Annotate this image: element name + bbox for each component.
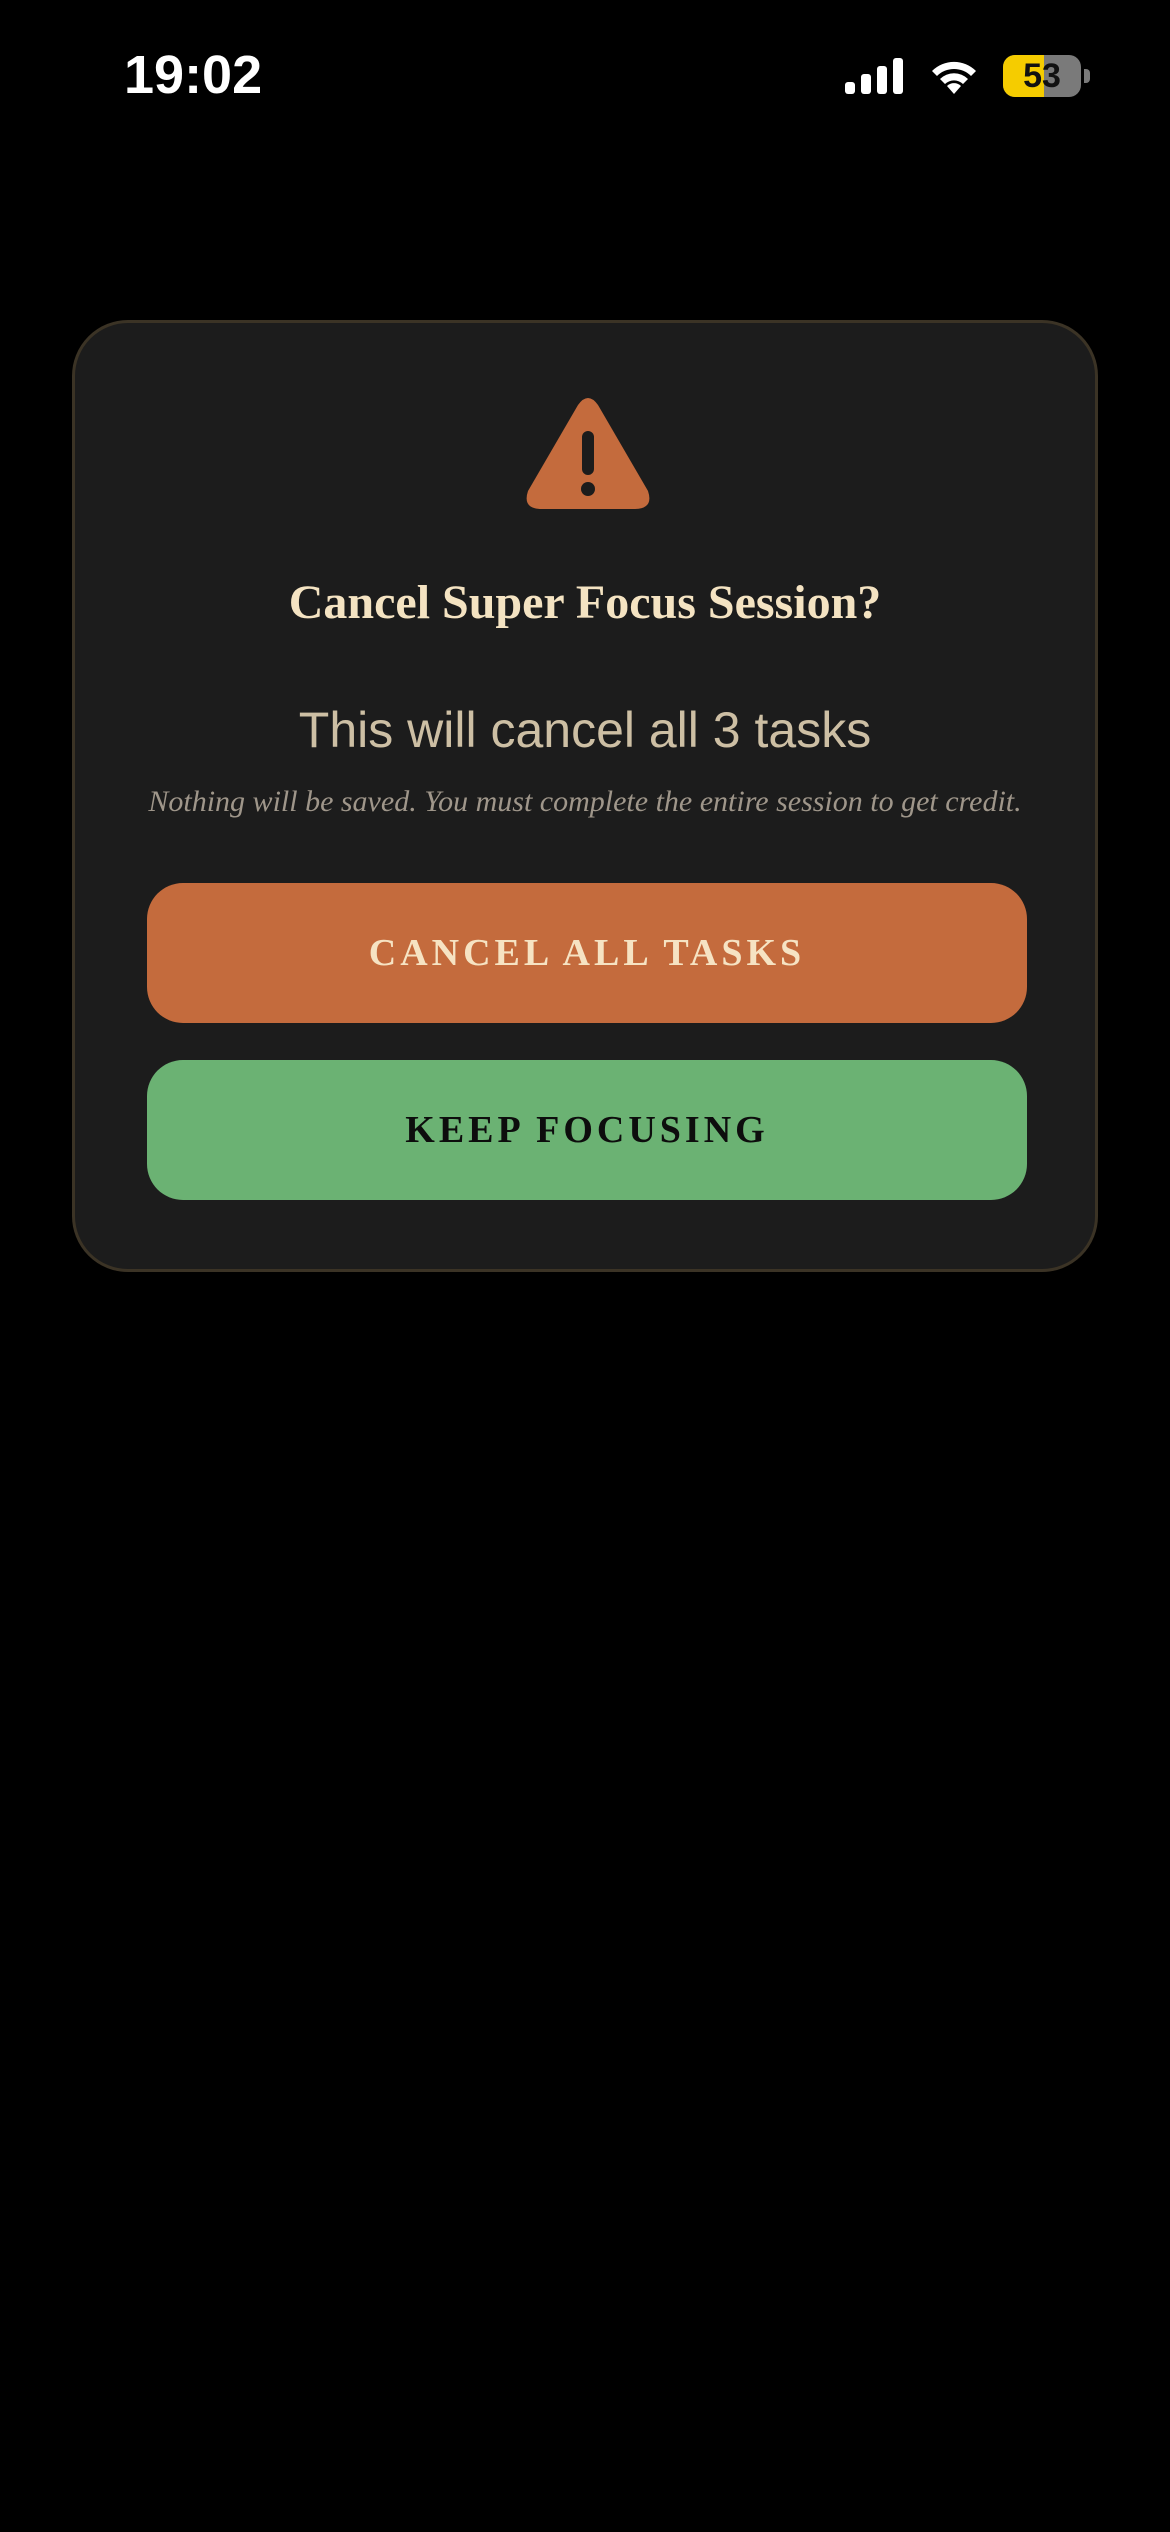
keep-focusing-button[interactable]: KEEP FOCUSING bbox=[147, 1060, 1027, 1200]
status-bar: 19:02 53 bbox=[0, 0, 1170, 150]
battery-body: 53 bbox=[1003, 55, 1081, 97]
status-time: 19:02 bbox=[124, 45, 263, 105]
warning-icon bbox=[526, 398, 650, 509]
status-indicators: 53 bbox=[845, 52, 1090, 100]
cancel-session-dialog: Cancel Super Focus Session? This will ca… bbox=[72, 320, 1098, 1272]
dialog-subtitle: This will cancel all 3 tasks bbox=[298, 702, 872, 758]
wifi-icon bbox=[932, 61, 976, 94]
signal-icon bbox=[845, 58, 903, 94]
cancel-all-tasks-button[interactable]: CANCEL ALL TASKS bbox=[147, 883, 1027, 1023]
dialog-title: Cancel Super Focus Session? bbox=[288, 576, 882, 629]
dialog-note: Nothing will be saved. You must complete… bbox=[148, 785, 1022, 818]
battery-cap bbox=[1084, 69, 1090, 83]
battery-level: 53 bbox=[1023, 56, 1061, 95]
battery-icon: 53 bbox=[1003, 55, 1090, 97]
